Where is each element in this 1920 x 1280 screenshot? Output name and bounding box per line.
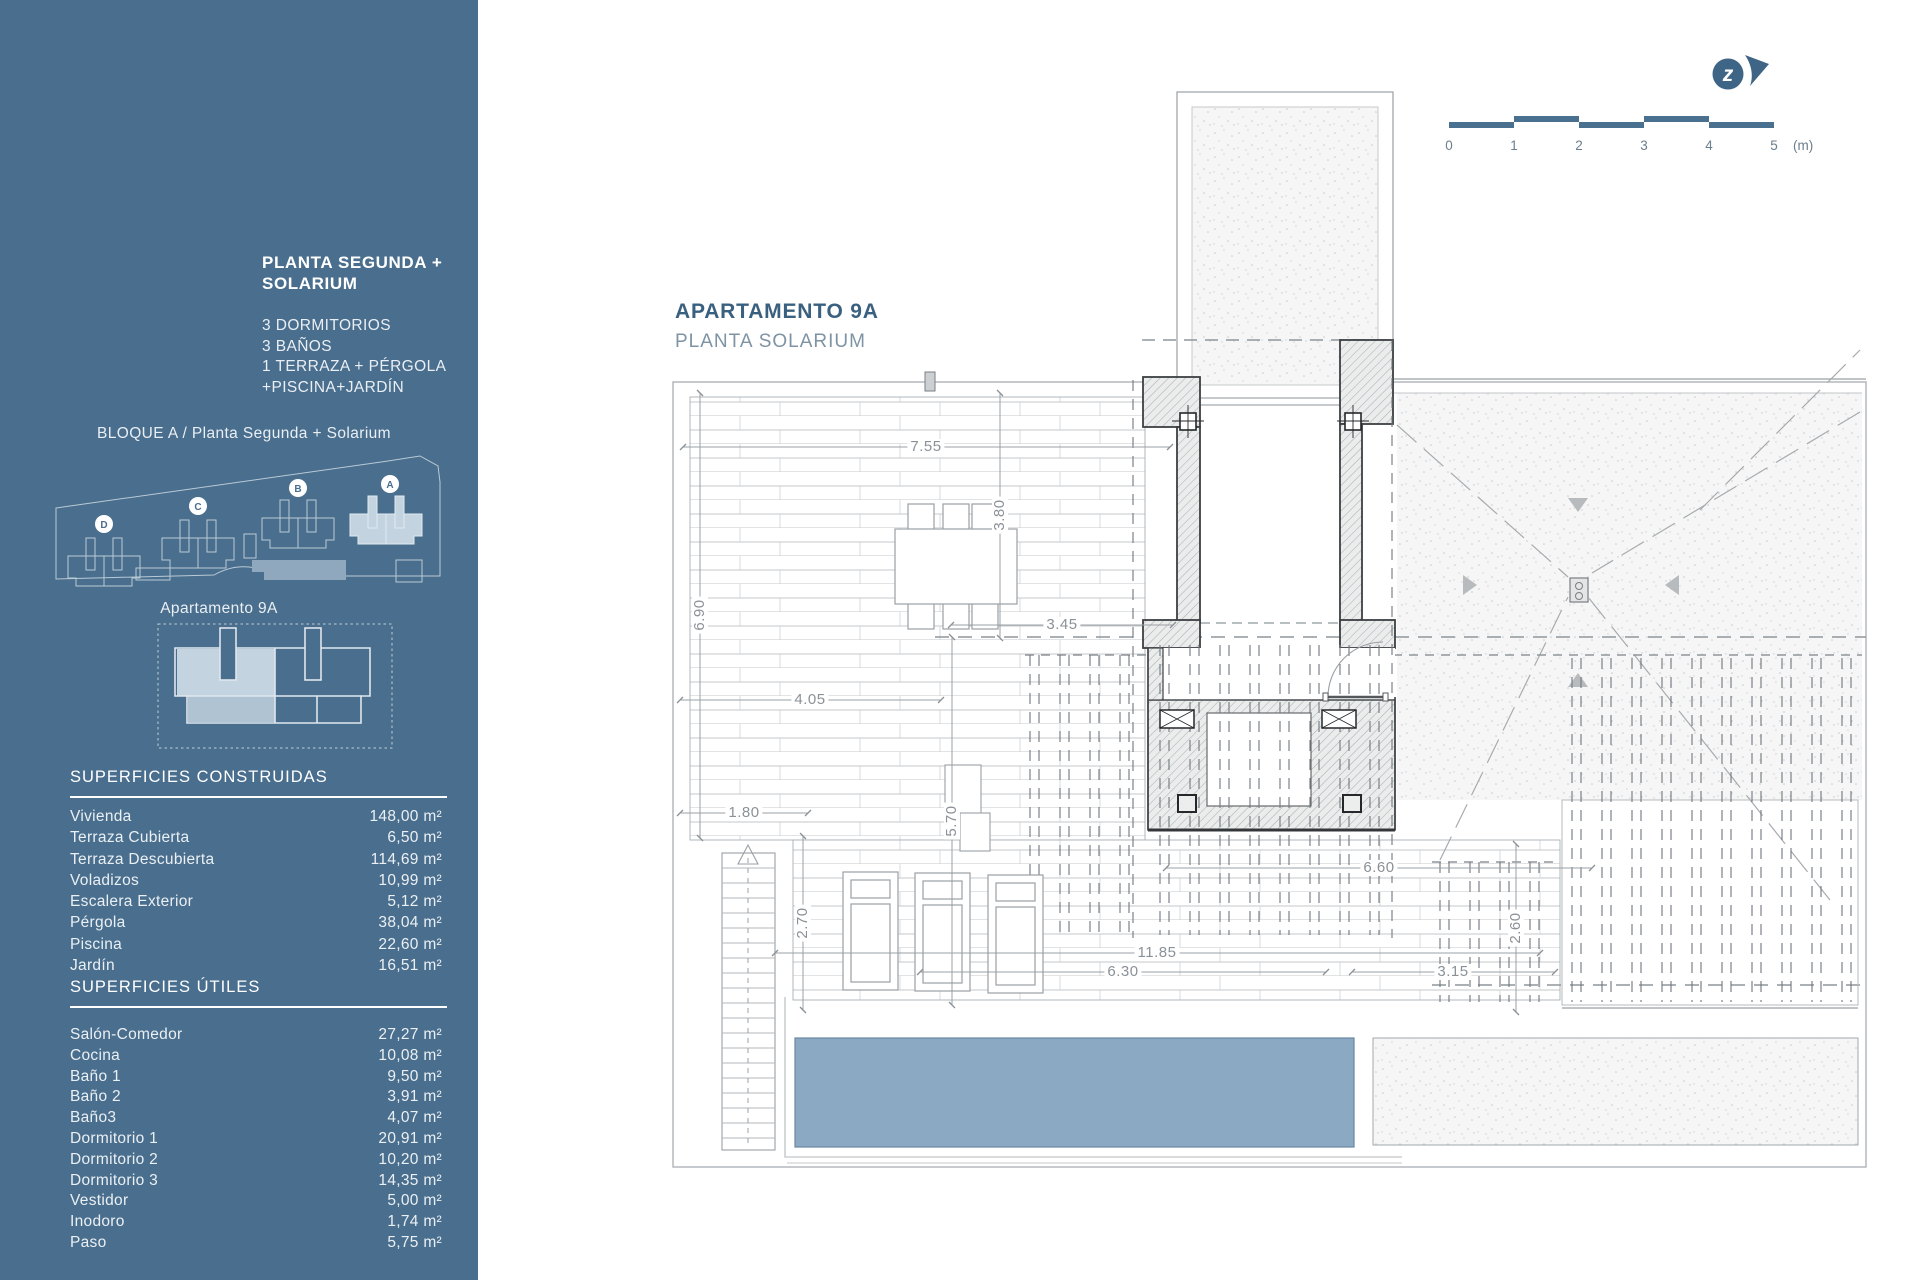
- dimension-label: 6.90: [692, 596, 708, 633]
- sun-loungers: [843, 872, 1043, 993]
- table-row: Inodoro 1,74 m²: [70, 1213, 442, 1234]
- table-row: Dormitorio 2 10,20 m²: [70, 1151, 442, 1172]
- row-value: 10,20 m²: [378, 1151, 442, 1169]
- block-label: BLOQUE A / Planta Segunda + Solarium: [30, 425, 458, 443]
- row-label: Baño 1: [70, 1068, 121, 1086]
- table-row: Pérgola 38,04 m²: [70, 914, 442, 935]
- row-label: Cocina: [70, 1047, 120, 1065]
- feature-item: 1 TERRAZA + PÉRGOLA: [262, 357, 446, 378]
- row-label: Vestidor: [70, 1192, 128, 1210]
- table-row: Cocina 10,08 m²: [70, 1047, 442, 1068]
- floor-title: PLANTA SEGUNDA + SOLARIUM: [262, 252, 442, 294]
- row-label: Terraza Descubierta: [70, 851, 214, 869]
- row-value: 114,69 m²: [371, 851, 442, 869]
- table-row: Baño 2 3,91 m²: [70, 1088, 442, 1109]
- floor-title-line1: PLANTA SEGUNDA +: [262, 252, 442, 273]
- table-row: Baño3 4,07 m²: [70, 1109, 442, 1130]
- dimension-label: 7.55: [907, 439, 944, 455]
- row-label: Baño3: [70, 1109, 116, 1127]
- feature-item: 3 BAÑOS: [262, 337, 446, 358]
- table-row: Paso 5,75 m²: [70, 1234, 442, 1255]
- dimension-label: 4.05: [791, 692, 828, 708]
- row-value: 5,75 m²: [387, 1234, 442, 1252]
- row-value: 20,91 m²: [378, 1130, 442, 1148]
- table-row: Jardín 16,51 m²: [70, 957, 442, 978]
- row-label: Vivienda: [70, 808, 132, 826]
- floor-plan-drawing: [660, 80, 1880, 1190]
- row-value: 4,07 m²: [387, 1109, 442, 1127]
- dimension-label: 3.45: [1043, 617, 1080, 633]
- row-value: 22,60 m²: [378, 936, 442, 954]
- row-label: Jardín: [70, 957, 115, 975]
- row-value: 10,99 m²: [378, 872, 442, 890]
- row-value: 38,04 m²: [378, 914, 442, 932]
- row-value: 10,08 m²: [378, 1047, 442, 1065]
- exterior-staircase: [722, 845, 775, 1150]
- edge-column-marker: [925, 372, 935, 391]
- surfaces-useful-table: Salón-Comedor 27,27 m² Cocina 10,08 m² Bañ…: [70, 1026, 442, 1255]
- dimension-label: 2.70: [795, 904, 811, 941]
- row-label: Dormitorio 3: [70, 1172, 158, 1190]
- table-row: Salón-Comedor 27,27 m²: [70, 1026, 442, 1047]
- row-value: 148,00 m²: [370, 808, 443, 826]
- info-sidebar: PLANTA SEGUNDA + SOLARIUM 3 DORMITORIOS …: [0, 0, 478, 1280]
- table-row: Vestidor 5,00 m²: [70, 1192, 442, 1213]
- dimension-label: 6.30: [1104, 964, 1141, 980]
- table-row: Terraza Descubierta 114,69 m²: [70, 851, 442, 872]
- feature-list: 3 DORMITORIOS 3 BAÑOS 1 TERRAZA + PÉRGOL…: [262, 316, 446, 398]
- table-row: Dormitorio 3 14,35 m²: [70, 1172, 442, 1193]
- row-label: Piscina: [70, 936, 122, 954]
- row-label: Pérgola: [70, 914, 126, 932]
- row-label: Terraza Cubierta: [70, 829, 189, 847]
- dimension-label: 1.80: [725, 805, 762, 821]
- row-label: Paso: [70, 1234, 107, 1252]
- badge-a: A: [386, 480, 393, 491]
- badge-b: B: [294, 484, 301, 495]
- table-row: Vivienda 148,00 m²: [70, 808, 442, 829]
- table-row: Piscina 22,60 m²: [70, 936, 442, 957]
- dimension-label: 3.15: [1434, 964, 1471, 980]
- row-value: 27,27 m²: [378, 1026, 442, 1044]
- row-value: 3,91 m²: [387, 1088, 442, 1106]
- roof-drain: [1570, 578, 1588, 602]
- site-plan-minimap: D C B A: [48, 448, 460, 600]
- row-value: 9,50 m²: [387, 1068, 442, 1086]
- surfaces-built-title: SUPERFICIES CONSTRUIDAS: [70, 768, 447, 798]
- row-label: Inodoro: [70, 1213, 125, 1231]
- dimension-label: 6.60: [1360, 860, 1397, 876]
- surfaces-useful-title: SUPERFICIES ÚTILES: [70, 978, 447, 1008]
- table-row: Voladizos 10,99 m²: [70, 872, 442, 893]
- unit-diagram: [150, 616, 400, 756]
- floor-plan: 7.55 3.80 6.90 3.45 4.05 1.80 5.70 2.70 …: [660, 80, 1880, 1190]
- row-label: Voladizos: [70, 872, 139, 890]
- dimension-label: 2.60: [1508, 909, 1524, 946]
- row-label: Salón-Comedor: [70, 1026, 182, 1044]
- surfaces-built-table: Vivienda 148,00 m² Terraza Cubierta 6,50 m…: [70, 808, 442, 978]
- table-row: Baño 1 9,50 m²: [70, 1068, 442, 1089]
- row-value: 6,50 m²: [387, 829, 442, 847]
- row-value: 14,35 m²: [378, 1172, 442, 1190]
- row-value: 5,12 m²: [387, 893, 442, 911]
- badge-d: D: [100, 520, 107, 531]
- dimension-label: 3.80: [992, 496, 1008, 533]
- feature-item: +PISCINA+JARDÍN: [262, 378, 446, 399]
- badge-c: C: [194, 502, 201, 513]
- row-label: Dormitorio 1: [70, 1130, 158, 1148]
- feature-item: 3 DORMITORIOS: [262, 316, 446, 337]
- row-label: Escalera Exterior: [70, 893, 193, 911]
- row-label: Dormitorio 2: [70, 1151, 158, 1169]
- garden-area: [1373, 1038, 1858, 1145]
- table-row: Escalera Exterior 5,12 m²: [70, 893, 442, 914]
- row-label: Baño 2: [70, 1088, 121, 1106]
- table-row: Dormitorio 1 20,91 m²: [70, 1130, 442, 1151]
- row-value: 5,00 m²: [387, 1192, 442, 1210]
- roof-gravel-area: [1397, 393, 1862, 800]
- dimension-label: 5.70: [944, 802, 960, 839]
- dimension-label: 11.85: [1135, 945, 1180, 961]
- floor-title-line2: SOLARIUM: [262, 273, 442, 294]
- row-value: 16,51 m²: [378, 957, 442, 975]
- row-value: 1,74 m²: [387, 1213, 442, 1231]
- table-row: Terraza Cubierta 6,50 m²: [70, 829, 442, 850]
